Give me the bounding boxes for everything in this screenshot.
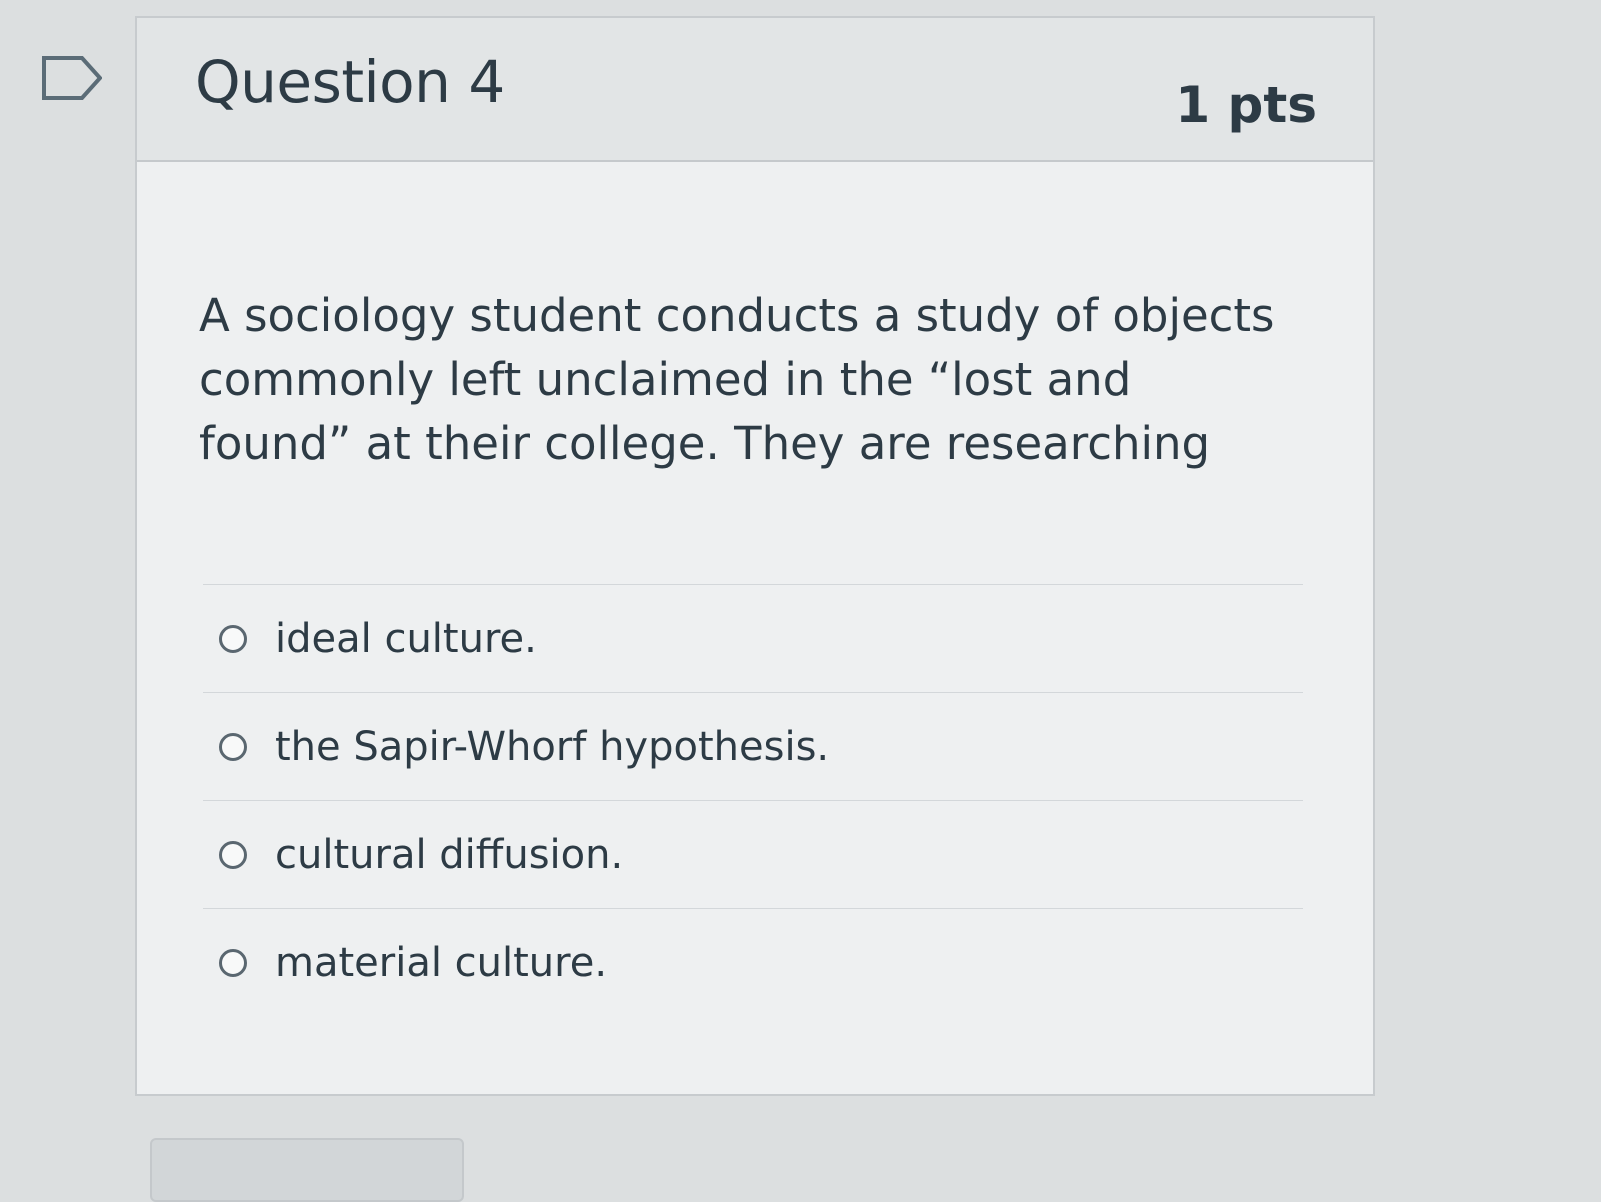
answer-label: ideal culture. (275, 615, 537, 662)
radio-button-icon[interactable] (219, 948, 247, 977)
question-text: A sociology student conducts a study of … (199, 289, 1275, 470)
radio-button-icon[interactable] (219, 840, 247, 869)
question-header: Question 4 1 pts (137, 18, 1373, 162)
question-points: 1 pts (1175, 76, 1317, 134)
answer-list: ideal culture. the Sapir-Whorf hypothesi… (203, 584, 1303, 1016)
answer-option-sapir-whorf[interactable]: the Sapir-Whorf hypothesis. (203, 692, 1303, 800)
radio-button-icon[interactable] (219, 624, 247, 653)
answer-label: material culture. (275, 939, 608, 986)
radio-button-icon[interactable] (219, 732, 247, 761)
answer-option-ideal-culture[interactable]: ideal culture. (203, 584, 1303, 692)
question-title: Question 4 (195, 48, 505, 116)
answer-label: cultural diffusion. (275, 831, 624, 878)
flag-question-icon[interactable] (42, 56, 102, 100)
answer-option-cultural-diffusion[interactable]: cultural diffusion. (203, 800, 1303, 908)
next-question-card-edge (150, 1138, 464, 1202)
question-card: Question 4 1 pts A sociology student con… (135, 16, 1375, 1096)
answer-label: the Sapir-Whorf hypothesis. (275, 723, 830, 770)
answer-option-material-culture[interactable]: material culture. (203, 908, 1303, 1016)
